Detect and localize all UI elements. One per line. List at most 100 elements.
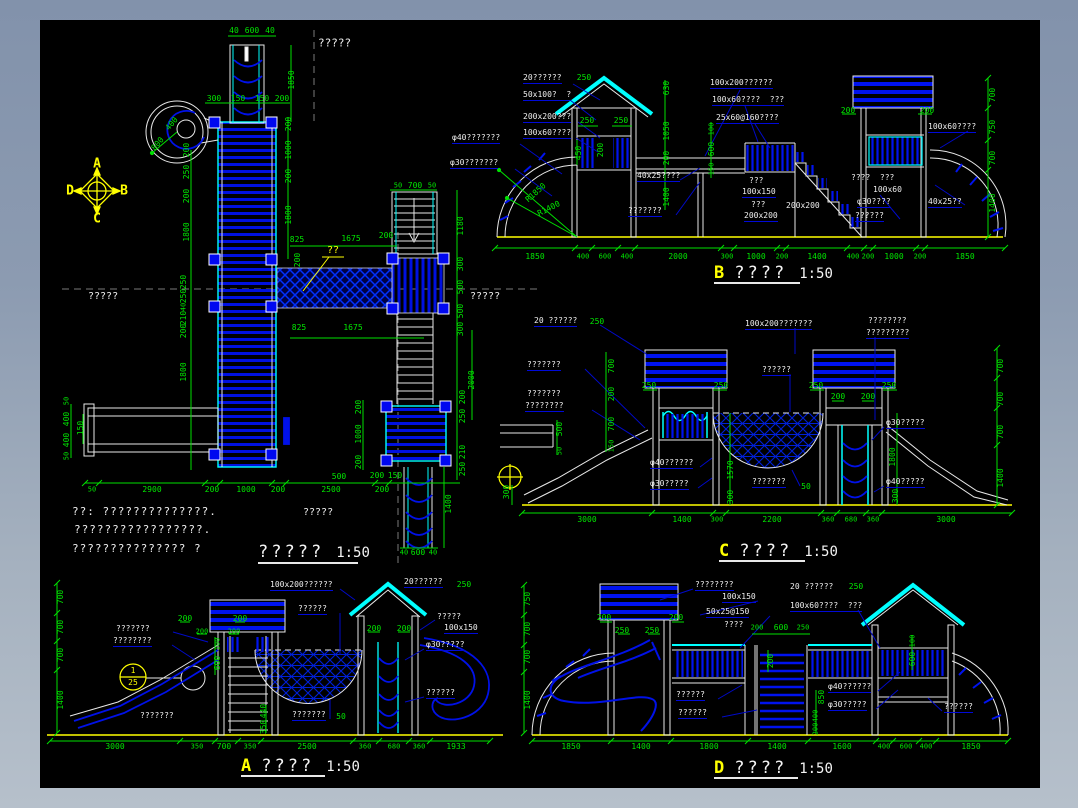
note-line: ??????????????? ? [72,542,202,555]
dim-label: 1800 [182,222,191,242]
dim-label: 1850 [955,252,975,261]
annotation-label: ??????? [292,710,326,721]
dim-label: 825 [289,235,305,244]
annotation-label: 25x60@160???? [716,113,779,124]
annotation-label: 200x200 [786,201,820,210]
dim-label: 250 [458,408,467,424]
dim-label: 700 [988,150,997,166]
annotation-label: 100x200??????? [745,319,813,330]
dim-label: 200 [596,613,612,622]
elevation-a-title: A???? 1:50 [241,756,360,777]
dim-label: 600 [410,548,426,557]
dim-label: 1400 [523,690,532,710]
dim-label: 300 [726,489,735,505]
dim-label: 250 [576,73,592,82]
dim-label: 360 [358,742,372,751]
dim-label: 850 [817,689,826,705]
dim-label: 150 [707,162,716,176]
title-letter: C [719,541,730,561]
dim-label: 200 [177,614,193,623]
dim-label: 200 [182,188,191,204]
compass-east-label: B [120,183,128,199]
dim-label: 40 [428,548,438,557]
title-text: ???? [734,263,788,283]
title-text: ???? [261,756,315,776]
dim-label: 200 [293,252,302,268]
dim-label: 700 [407,181,423,190]
dim-label: 630 [662,80,671,96]
annotation-label: 100x150 [742,187,776,198]
annotation-label: 100x60???? [523,128,572,139]
dim-label: 3000 [936,515,956,524]
dim-label: 1000 [236,485,256,494]
dim-label: 350 [243,742,257,751]
dim-label: 200 [396,624,412,633]
title-scale: 1:50 [326,759,360,775]
annotation-label: φ30????? [426,640,465,651]
dim-label: 1000 [284,140,293,160]
dim-label: 300 [456,321,465,337]
annotation-label: φ40????? [886,477,925,488]
annotation-label: ??? [751,200,766,209]
dim-label: 700 [56,619,65,635]
annotation-label: ???????? [113,636,152,647]
annotation-label: φ40?????? [828,682,872,693]
annotation-label: 100x60???? ??? [712,95,785,106]
title-text: ???? [739,541,793,561]
dim-label: 700 [996,391,1005,407]
dim-label: 825 [291,323,307,332]
annotation-label: 20?????? [404,577,443,588]
dim-label: 1000 [354,424,363,444]
annotation-label: ??????? [752,477,786,488]
dim-label: 400 [877,742,891,751]
title-letter: B [714,263,725,283]
dim-label: 50 [555,446,564,456]
dim-label: 2900 [142,485,162,494]
annotation-label: φ40?????? [650,458,694,469]
dim-label: 600 [598,252,612,261]
dim-label: 350 [259,719,268,735]
annotation-label: ????? [303,507,334,518]
annotation-label: 20 ?????? [534,316,578,327]
dim-label: 50 [801,482,811,491]
dim-label: 700 [56,589,65,605]
dim-label: 200 [232,614,248,623]
dim-label: 200 [662,150,671,166]
dim-label: 1 [130,666,136,675]
dim-label: 2000 [668,252,688,261]
compass-north-label: A [93,156,101,172]
dim-label: 50 [427,181,437,190]
dim-label: 200 [378,231,394,240]
dim-label: 400 [62,432,71,448]
dim-label: 250 [881,381,897,390]
annotation-label: φ30????? [828,700,867,711]
dim-label: 350 [190,742,204,751]
dim-label: 1400 [672,515,692,524]
annotation-label: 50x100? ? [523,90,572,101]
dim-label: 200 [607,386,616,402]
dim-label: 200 [227,627,241,636]
annotation-label: ??????? [527,360,561,371]
annotation-label: ??????? [140,711,174,720]
dim-label: 1400 [444,494,453,514]
dim-label: 200 [284,168,293,184]
annotation-label: ?????? [426,688,455,699]
dim-label: 200 [366,624,382,633]
dim-label: 360 [412,742,426,751]
dim-label: 1000 [746,252,766,261]
dim-label: 1800 [699,742,719,751]
dim-label: 1050 [662,121,671,141]
dim-label: 400 [576,252,590,261]
dim-label: 1400 [767,742,787,751]
compass-west-label: D [66,183,74,199]
dim-label: 500 [331,472,347,481]
dim-label: 600 [244,26,260,35]
dim-label: 600 [899,742,913,751]
dim-label: 200 [830,392,846,401]
dim-label: 200 [458,389,467,405]
dim-label: 250 [179,288,188,304]
dim-label: 700 [523,649,532,665]
annotation-label: ???????? [525,401,564,412]
title-scale: 1:50 [804,544,838,560]
dim-label: 200 [596,142,605,158]
